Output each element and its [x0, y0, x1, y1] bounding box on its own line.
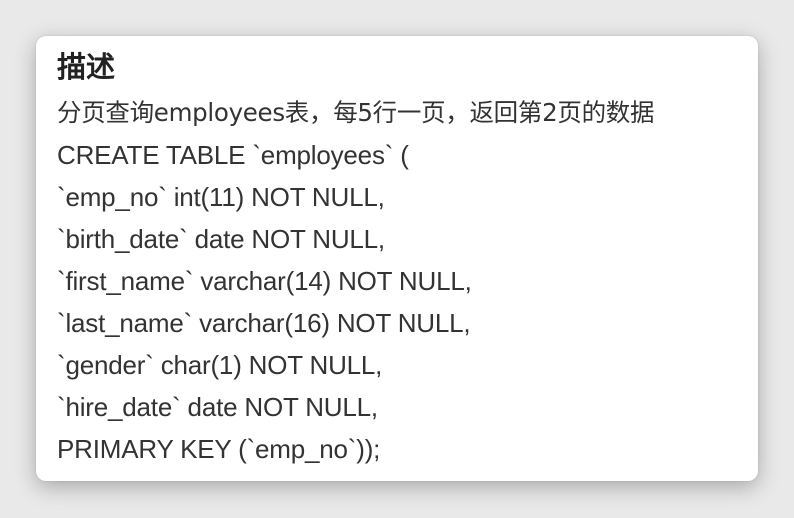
code-line-hire-date: `hire_date` date NOT NULL, [57, 392, 378, 422]
code-line-emp-no: `emp_no` int(11) NOT NULL, [57, 182, 385, 212]
code-line-birth-date: `birth_date` date NOT NULL, [57, 224, 385, 254]
code-line-first-name: `first_name` varchar(14) NOT NULL, [57, 266, 472, 296]
code-line-primary-key: PRIMARY KEY (`emp_no`)); [57, 434, 381, 464]
sql-code-block: CREATE TABLE `employees` ( `emp_no` int(… [57, 134, 758, 470]
panel-title: 描述 [57, 50, 116, 84]
code-line-gender: `gender` char(1) NOT NULL, [57, 350, 383, 380]
description-panel: 描述 分页查询employees表，每5行一页，返回第2页的数据 CREATE … [36, 36, 758, 481]
code-line-create-table: CREATE TABLE `employees` ( [57, 140, 409, 170]
code-line-last-name: `last_name` varchar(16) NOT NULL, [57, 308, 471, 338]
problem-description: 分页查询employees表，每5行一页，返回第2页的数据 [57, 98, 655, 127]
